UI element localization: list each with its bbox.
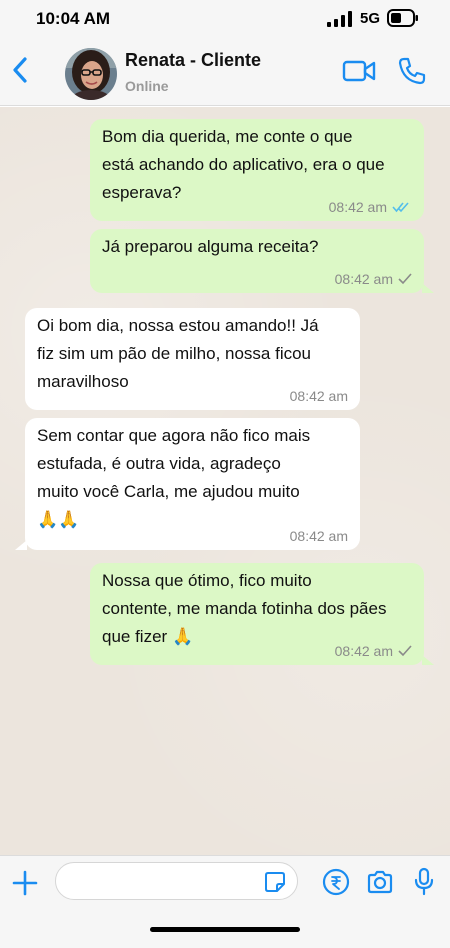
message-bubble-outgoing[interactable]: Bom dia querida, me conte o que está ach… <box>90 119 424 221</box>
message-line: contente, me manda fotinha dos pães <box>102 599 387 618</box>
message-time: 08:42 am <box>289 528 348 544</box>
message-bubble-incoming[interactable]: Sem contar que agora não fico mais estuf… <box>25 418 360 550</box>
avatar[interactable] <box>65 48 117 100</box>
message-line: fiz sim um pão de milho, nossa ficou <box>37 344 312 363</box>
message-line: Bom dia querida, me conte o que <box>102 127 353 146</box>
message-line: estufada, é outra vida, agradeço <box>37 454 281 473</box>
message-line: muito você Carla, me ajudou muito <box>37 482 300 501</box>
contact-status: Online <box>125 78 169 94</box>
check-sent-icon <box>398 273 412 285</box>
contact-name[interactable]: Renata - Cliente <box>125 50 261 71</box>
battery-icon <box>387 9 418 27</box>
status-bar: 10:04 AM 5G <box>0 0 450 36</box>
message-time: 08:42 am <box>328 199 387 215</box>
chat-area[interactable]: Bom dia querida, me conte o que está ach… <box>0 107 450 855</box>
double-check-read-icon <box>392 202 409 213</box>
payment-icon[interactable] <box>322 868 350 896</box>
message-meta: 08:42 am <box>335 643 412 659</box>
phone-icon[interactable] <box>397 56 427 86</box>
bubble-tail <box>422 655 434 665</box>
microphone-icon[interactable] <box>412 867 436 897</box>
back-chevron-icon[interactable] <box>8 54 32 86</box>
message-line: Sem contar que agora não fico mais <box>37 426 311 445</box>
avatar-photo <box>65 48 117 100</box>
message-input[interactable] <box>55 862 298 900</box>
message-bubble-outgoing[interactable]: Nossa que ótimo, fico muito contente, me… <box>90 563 424 665</box>
message-time: 08:42 am <box>334 271 393 287</box>
message-composer <box>0 855 450 948</box>
message-meta: 08:42 am <box>335 271 412 287</box>
message-bubble-incoming[interactable]: Oi bom dia, nossa estou amando!! Já fiz … <box>25 308 360 410</box>
emoji: 🙏 <box>171 627 194 646</box>
check-sent-icon <box>398 645 412 657</box>
bubble-tail <box>15 540 27 550</box>
bubble-tail <box>422 283 434 293</box>
message-bubble-outgoing[interactable]: Já preparou alguma receita? 08:42 am <box>90 229 424 293</box>
plus-icon[interactable] <box>11 869 39 897</box>
signal-bars-icon <box>327 11 352 27</box>
message-text: que fizer <box>102 627 168 646</box>
camera-icon[interactable] <box>366 869 394 895</box>
status-time: 10:04 AM <box>36 9 111 28</box>
chat-header: Renata - Cliente Online <box>0 36 450 106</box>
message-meta: 08:42 am <box>290 528 348 544</box>
message-line: Oi bom dia, nossa estou amando!! Já <box>37 316 319 335</box>
message-meta: 08:42 am <box>290 388 348 404</box>
sticker-icon[interactable] <box>263 870 287 894</box>
home-indicator[interactable] <box>150 927 300 932</box>
message-line: está achando do aplicativo, era o que <box>102 155 385 174</box>
message-line: Já preparou alguma receita? <box>102 237 319 256</box>
network-label: 5G <box>360 10 381 27</box>
message-line: Nossa que ótimo, fico muito <box>102 571 312 590</box>
message-time: 08:42 am <box>334 643 393 659</box>
message-meta: 08:42 am <box>329 199 412 215</box>
message-time: 08:42 am <box>289 388 348 404</box>
video-call-icon[interactable] <box>342 58 376 84</box>
